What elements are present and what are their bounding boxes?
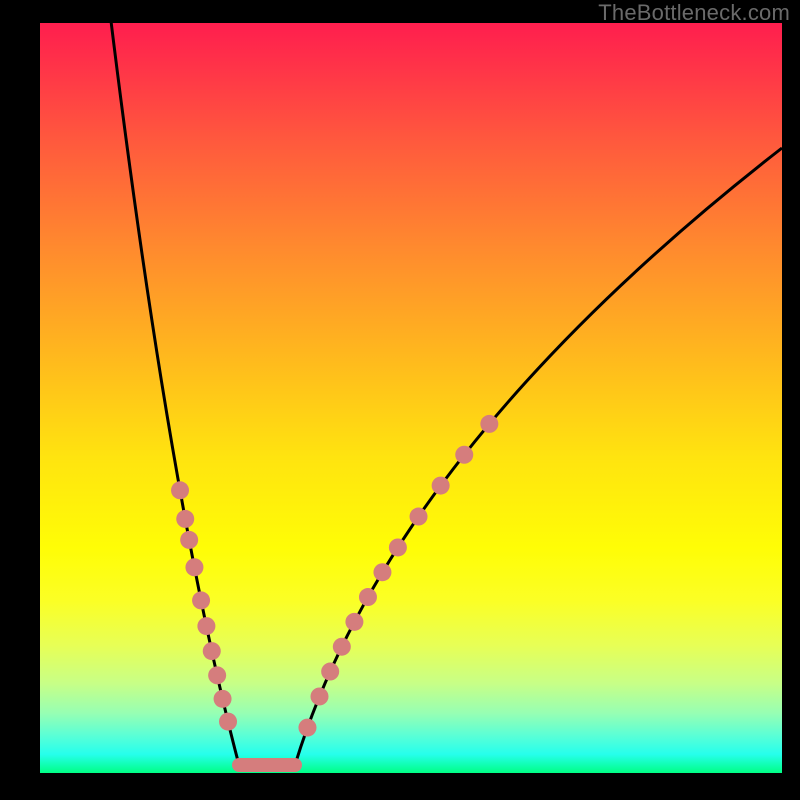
data-point — [373, 563, 391, 581]
data-point — [455, 446, 473, 464]
watermark-text: TheBottleneck.com — [598, 2, 790, 24]
data-point — [310, 687, 328, 705]
data-point — [432, 477, 450, 495]
data-point — [176, 510, 194, 528]
data-point — [197, 617, 215, 635]
data-point — [410, 508, 428, 526]
data-point — [298, 719, 316, 737]
data-point — [333, 638, 351, 656]
data-point — [208, 666, 226, 684]
data-point — [214, 690, 232, 708]
data-point — [345, 613, 363, 631]
data-point — [185, 558, 203, 576]
data-point — [180, 531, 198, 549]
data-point — [203, 642, 221, 660]
data-point — [389, 538, 407, 556]
data-point — [321, 663, 339, 681]
data-point — [171, 481, 189, 499]
data-point — [192, 591, 210, 609]
data-point — [480, 415, 498, 433]
data-point — [219, 713, 237, 731]
data-point — [359, 588, 377, 606]
